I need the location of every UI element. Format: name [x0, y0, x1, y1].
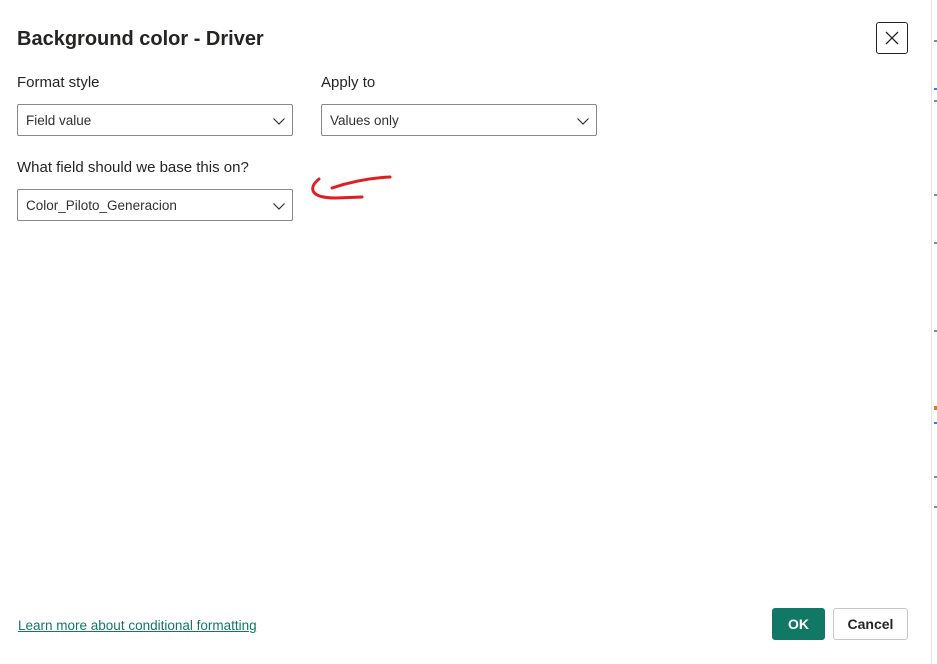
cancel-button[interactable]: Cancel — [833, 608, 908, 640]
learn-more-link[interactable]: Learn more about conditional formatting — [18, 618, 257, 633]
apply-to-label: Apply to — [321, 74, 376, 91]
chevron-down-icon — [273, 203, 285, 210]
chevron-down-icon — [577, 118, 589, 125]
dialog-title: Background color - Driver — [17, 28, 264, 50]
ok-button[interactable]: OK — [772, 608, 825, 640]
background-app-edge — [931, 0, 937, 664]
page: Background color - Driver Format style F… — [0, 0, 937, 664]
chevron-down-icon — [273, 118, 285, 125]
apply-to-value: Values only — [330, 113, 399, 128]
base-field-label: What field should we base this on? — [17, 159, 249, 176]
close-icon — [885, 31, 899, 45]
apply-to-dropdown[interactable]: Values only — [321, 104, 597, 136]
format-style-label: Format style — [17, 74, 100, 91]
base-field-value: Color_Piloto_Generacion — [26, 198, 177, 213]
format-style-value: Field value — [26, 113, 92, 128]
red-arrow-annotation — [311, 175, 392, 200]
conditional-formatting-dialog: Background color - Driver Format style F… — [0, 0, 931, 664]
format-style-dropdown[interactable]: Field value — [17, 104, 293, 136]
base-field-dropdown[interactable]: Color_Piloto_Generacion — [17, 189, 293, 221]
close-button[interactable] — [876, 22, 908, 54]
